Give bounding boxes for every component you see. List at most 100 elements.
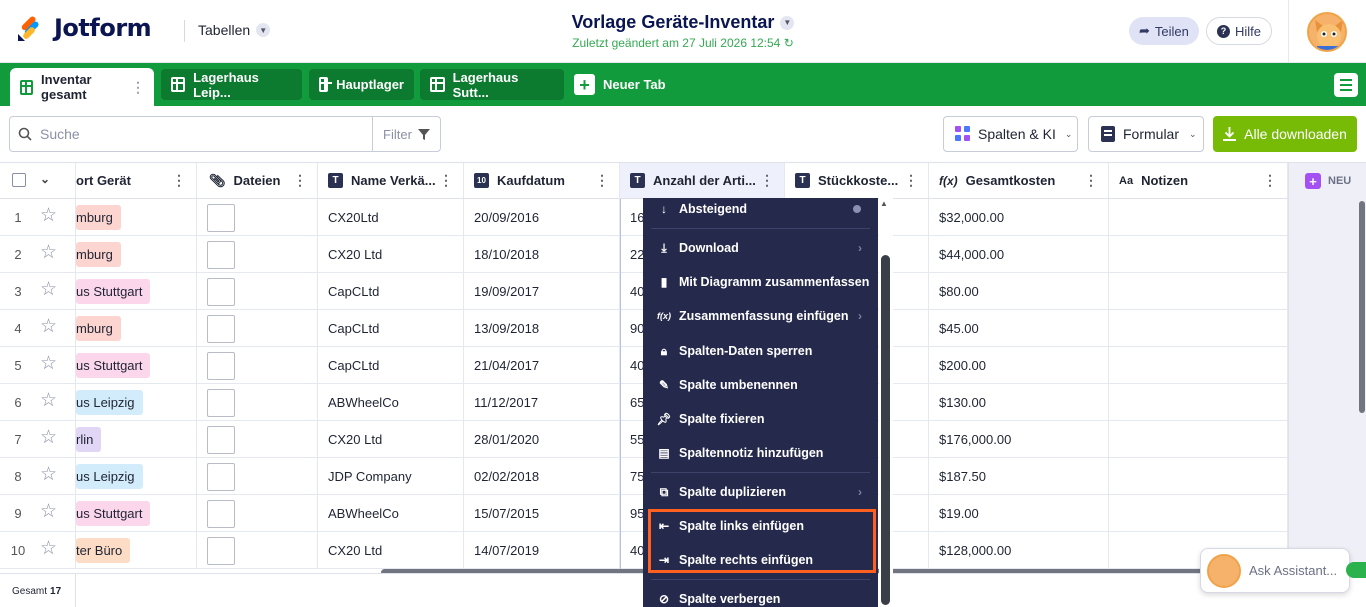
- download-all-button[interactable]: Alle downloaden: [1213, 116, 1357, 152]
- cell-vendor[interactable]: CX20Ltd: [318, 199, 464, 236]
- cell-notes[interactable]: [1109, 236, 1288, 273]
- menu-item-insert-summary[interactable]: f(x) Zusammenfassung einfügen ›: [643, 301, 878, 331]
- column-header-total-cost[interactable]: f(x) Gesamtkosten ⋮: [929, 163, 1109, 199]
- image-placeholder-icon[interactable]: [207, 388, 235, 417]
- tab-inventar-gesamt[interactable]: Inventar gesamt ⋮: [10, 68, 154, 106]
- cell-notes[interactable]: [1109, 310, 1288, 347]
- star-icon[interactable]: ☆: [40, 206, 57, 225]
- menu-item-rename-column[interactable]: ✎ Spalte umbenennen: [643, 370, 878, 400]
- image-placeholder-icon[interactable]: [207, 314, 235, 343]
- new-tab-button[interactable]: + Neuer Tab: [574, 74, 666, 95]
- cell-total-cost[interactable]: $32,000.00: [929, 199, 1109, 236]
- star-icon[interactable]: ☆: [40, 280, 57, 299]
- ask-assistant-button[interactable]: Ask Assistant...: [1200, 548, 1350, 593]
- menu-item-hide-column[interactable]: ⊘ Spalte verbergen: [643, 584, 878, 607]
- cell-purchase-date[interactable]: 15/07/2015: [464, 495, 620, 532]
- cell-notes[interactable]: [1109, 421, 1288, 458]
- add-column-button[interactable]: + NEU: [1305, 173, 1351, 189]
- cell-purchase-date[interactable]: 19/09/2017: [464, 273, 620, 310]
- column-header-files[interactable]: 📎︎ Dateien ⋮: [197, 163, 318, 199]
- cell-vendor[interactable]: CX20 Ltd: [318, 236, 464, 273]
- cell-vendor[interactable]: ABWheelCo: [318, 384, 464, 421]
- star-icon[interactable]: ☆: [40, 465, 57, 484]
- chevron-down-icon[interactable]: ⌄: [40, 172, 50, 186]
- cell-files[interactable]: [197, 495, 318, 532]
- star-icon[interactable]: ☆: [40, 502, 57, 521]
- cell-vendor[interactable]: CapCLtd: [318, 310, 464, 347]
- cell-notes[interactable]: [1109, 273, 1288, 310]
- more-vertical-icon[interactable]: ⋮: [1263, 173, 1277, 187]
- star-icon[interactable]: ☆: [40, 539, 57, 558]
- star-icon[interactable]: ☆: [40, 354, 57, 373]
- cell-total-cost[interactable]: $187.50: [929, 458, 1109, 495]
- menu-item-download[interactable]: ⤓ Download ›: [643, 233, 878, 263]
- cell-total-cost[interactable]: $44,000.00: [929, 236, 1109, 273]
- more-vertical-icon[interactable]: ⋮: [172, 173, 186, 187]
- cell-total-cost[interactable]: $130.00: [929, 384, 1109, 421]
- cell-location[interactable]: mburg: [76, 310, 197, 347]
- cell-notes[interactable]: [1109, 347, 1288, 384]
- cell-files[interactable]: [197, 458, 318, 495]
- column-header-vendor[interactable]: T Name Verkä... ⋮: [318, 163, 464, 199]
- tab-lagerhaus-leipzig[interactable]: Lagerhaus Leip...: [161, 69, 302, 100]
- more-vertical-icon[interactable]: ⋮: [131, 79, 145, 96]
- column-header-location[interactable]: ort Gerät ⋮: [76, 163, 197, 199]
- cell-purchase-date[interactable]: 02/02/2018: [464, 458, 620, 495]
- menu-item-sort-descending[interactable]: ↓ Absteigend: [643, 198, 878, 224]
- image-placeholder-icon[interactable]: [207, 536, 235, 565]
- column-header-purchase-date[interactable]: 10 Kaufdatum ⋮: [464, 163, 620, 199]
- hamburger-menu-button[interactable]: [1334, 73, 1358, 97]
- image-placeholder-icon[interactable]: [207, 240, 235, 269]
- cell-purchase-date[interactable]: 28/01/2020: [464, 421, 620, 458]
- cell-files[interactable]: [197, 532, 318, 569]
- column-header-notes[interactable]: Aa Notizen ⋮: [1109, 163, 1288, 199]
- cell-vendor[interactable]: CX20 Ltd: [318, 532, 464, 569]
- vertical-scrollbar[interactable]: [1359, 201, 1365, 413]
- image-placeholder-icon[interactable]: [207, 351, 235, 380]
- help-button[interactable]: ? Hilfe: [1206, 17, 1273, 45]
- cell-notes[interactable]: [1109, 384, 1288, 421]
- image-placeholder-icon[interactable]: [207, 499, 235, 528]
- image-placeholder-icon[interactable]: [207, 425, 235, 454]
- cell-vendor[interactable]: CapCLtd: [318, 347, 464, 384]
- column-header-quantity[interactable]: T Anzahl der Arti... ⋮: [620, 163, 785, 199]
- cell-notes[interactable]: [1109, 199, 1288, 236]
- cell-location[interactable]: us Stuttgart: [76, 347, 197, 384]
- image-placeholder-icon[interactable]: [207, 203, 235, 232]
- cell-vendor[interactable]: CX20 Ltd: [318, 421, 464, 458]
- cell-total-cost[interactable]: $128,000.00: [929, 532, 1109, 569]
- cell-files[interactable]: [197, 384, 318, 421]
- menu-item-summarize-chart[interactable]: ▮ Mit Diagramm zusammenfassen: [643, 267, 878, 297]
- cell-files[interactable]: [197, 310, 318, 347]
- form-button[interactable]: Formular ⌄: [1088, 116, 1204, 152]
- cell-files[interactable]: [197, 347, 318, 384]
- image-placeholder-icon[interactable]: [207, 277, 235, 306]
- cell-vendor[interactable]: CapCLtd: [318, 273, 464, 310]
- star-icon[interactable]: ☆: [40, 317, 57, 336]
- menu-item-freeze-column[interactable]: 📌︎ Spalte fixieren: [643, 404, 878, 434]
- cell-files[interactable]: [197, 421, 318, 458]
- star-icon[interactable]: ☆: [40, 243, 57, 262]
- page-title[interactable]: Vorlage Geräte-Inventar ▼: [572, 12, 795, 33]
- scroll-up-icon[interactable]: ▲: [880, 199, 888, 208]
- tab-lagerhaus-stuttgart[interactable]: Lagerhaus Sutt...: [420, 69, 564, 100]
- columns-ai-button[interactable]: Spalten & KI ⌄: [943, 116, 1078, 152]
- column-header-unit-cost[interactable]: T Stückkoste... ⋮: [785, 163, 929, 199]
- cell-total-cost[interactable]: $200.00: [929, 347, 1109, 384]
- star-icon[interactable]: ☆: [40, 428, 57, 447]
- share-button[interactable]: ➦ Teilen: [1129, 17, 1199, 45]
- cell-total-cost[interactable]: $45.00: [929, 310, 1109, 347]
- more-vertical-icon[interactable]: ⋮: [1084, 173, 1098, 187]
- cell-location[interactable]: us Stuttgart: [76, 495, 197, 532]
- cell-location[interactable]: mburg: [76, 236, 197, 273]
- menu-item-duplicate-column[interactable]: ⧉ Spalte duplizieren ›: [643, 477, 878, 507]
- more-vertical-icon[interactable]: ⋮: [439, 173, 453, 187]
- cell-vendor[interactable]: JDP Company: [318, 458, 464, 495]
- cell-purchase-date[interactable]: 21/04/2017: [464, 347, 620, 384]
- search-input[interactable]: [40, 117, 372, 151]
- cell-files[interactable]: [197, 273, 318, 310]
- cell-files[interactable]: [197, 236, 318, 273]
- filter-button[interactable]: Filter: [372, 117, 440, 151]
- cell-total-cost[interactable]: $176,000.00: [929, 421, 1109, 458]
- cell-notes[interactable]: [1109, 458, 1288, 495]
